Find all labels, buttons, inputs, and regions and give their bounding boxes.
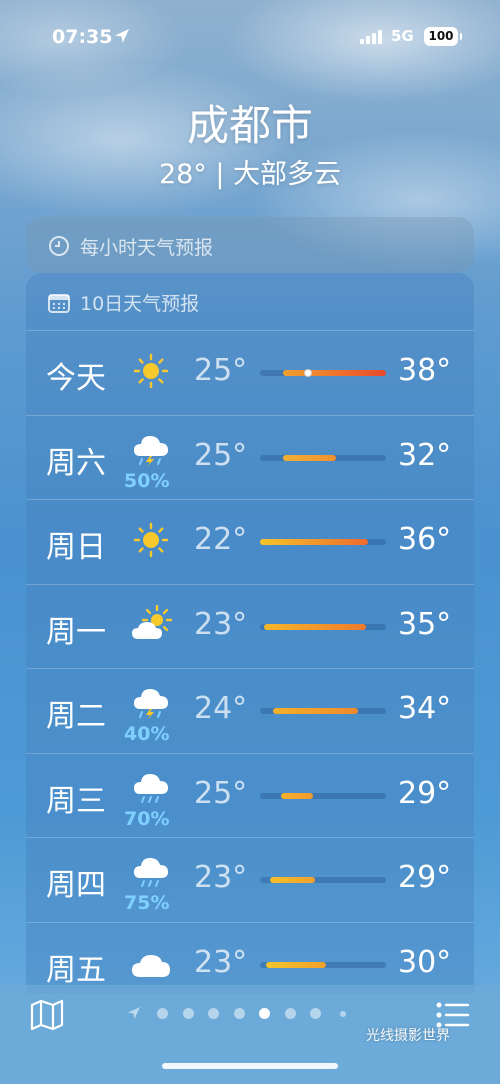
high-temp: 38° xyxy=(398,353,452,388)
rain-cloud-icon xyxy=(134,773,168,803)
temp-range-bar xyxy=(282,370,386,376)
high-temp: 29° xyxy=(398,775,452,811)
temp-range-track xyxy=(260,369,386,377)
temp-range-track xyxy=(260,623,386,630)
status-time: 07:35 xyxy=(52,26,113,48)
map-icon[interactable] xyxy=(30,999,64,1031)
temp-range-bar xyxy=(282,454,336,461)
forecast-row[interactable]: 周二 40% 24° 34° xyxy=(26,668,474,752)
network-type: 5G xyxy=(391,27,414,45)
precip-chance: 50% xyxy=(124,469,170,492)
temp-range-bar xyxy=(266,961,326,968)
forecast-day: 周四 xyxy=(46,868,106,903)
page-dot[interactable] xyxy=(233,1008,245,1019)
page-dot[interactable] xyxy=(182,1008,194,1019)
high-temp: 29° xyxy=(398,860,452,895)
forecast-day: 今天 xyxy=(46,361,106,396)
high-temp: 35° xyxy=(398,606,452,642)
forecast-row[interactable]: 周日 22° 36° xyxy=(26,499,474,583)
ten-day-forecast-card: 10日天气预报 今天 25° 38° 周六 50% 25° 32° 周日 22° 36° 周一 23°… xyxy=(26,273,474,993)
temp-range-bar xyxy=(272,708,359,714)
page-dot[interactable] xyxy=(208,1008,219,1019)
temp-range-bar xyxy=(270,877,316,883)
low-temp: 23° xyxy=(194,860,248,895)
forecast-day: 周三 xyxy=(46,783,106,819)
low-temp: 24° xyxy=(194,691,248,726)
location-arrow-icon xyxy=(115,29,129,43)
forecast-row[interactable]: 周一 23° 35° xyxy=(26,583,474,668)
rain-cloud-icon xyxy=(134,858,168,887)
temp-range-track xyxy=(260,792,386,799)
precip-chance: 40% xyxy=(124,723,170,745)
temp-range-track xyxy=(260,877,386,883)
precip-chance: 75% xyxy=(124,892,170,914)
forecast-row[interactable]: 今天 25° 38° xyxy=(26,330,474,414)
current-temp-marker xyxy=(303,369,312,377)
high-temp: 34° xyxy=(398,691,452,726)
low-temp: 23° xyxy=(194,606,248,642)
sun-icon xyxy=(133,353,169,389)
low-temp: 25° xyxy=(194,775,248,811)
low-temp: 25° xyxy=(194,353,248,388)
cloud-icon xyxy=(132,954,170,977)
current-summary: 28° | 大部多云 xyxy=(158,159,342,190)
status-bar: 07:35 5G 100 xyxy=(0,24,500,52)
hourly-forecast-card[interactable]: 每小时天气预报 xyxy=(26,217,474,273)
battery-icon: 100 xyxy=(424,27,462,46)
signal-bars-icon xyxy=(360,30,382,44)
high-temp: 36° xyxy=(398,522,452,557)
thunderstorm-icon xyxy=(134,435,168,466)
current-location-page-icon[interactable] xyxy=(126,1005,142,1021)
temp-range-track xyxy=(260,454,386,461)
forecast-row[interactable]: 周三 70% 25° 29° xyxy=(26,752,474,837)
forecast-day: 周六 xyxy=(46,445,106,481)
ten-day-forecast-header: 10日天气预报 xyxy=(80,293,200,315)
forecast-day: 周日 xyxy=(46,530,106,565)
clock-icon xyxy=(49,236,69,256)
temp-range-track xyxy=(260,539,386,545)
temp-range-track xyxy=(260,708,386,714)
temp-range-track xyxy=(260,961,386,968)
forecast-day: 周一 xyxy=(46,614,106,650)
low-temp: 22° xyxy=(194,522,248,557)
forecast-row[interactable]: 周六 50% 25° 32° xyxy=(26,414,474,499)
temp-range-bar xyxy=(263,623,366,630)
precip-chance: 70% xyxy=(124,807,170,830)
partly-sunny-icon xyxy=(132,604,172,639)
page-dot[interactable] xyxy=(259,1008,270,1019)
page-dot[interactable] xyxy=(157,1008,168,1019)
hourly-forecast-label: 每小时天气预报 xyxy=(80,237,214,259)
home-indicator[interactable] xyxy=(162,1063,338,1069)
page-dot[interactable] xyxy=(310,1008,321,1019)
forecast-day: 周二 xyxy=(46,699,106,734)
temp-range-bar xyxy=(260,539,369,545)
page-dot[interactable] xyxy=(339,1011,346,1017)
temp-range-bar xyxy=(281,792,313,799)
city-name: 成都市 xyxy=(186,101,313,150)
high-temp: 30° xyxy=(398,944,452,980)
forecast-row[interactable]: 周五 23° 30° xyxy=(26,921,474,994)
thunderstorm-icon xyxy=(134,689,168,719)
forecast-day: 周五 xyxy=(46,952,106,988)
calendar-icon xyxy=(48,294,70,313)
watermark-text: 光线摄影世界 xyxy=(366,1028,450,1044)
high-temp: 32° xyxy=(398,437,452,473)
forecast-row[interactable]: 周四 75% 23° 29° xyxy=(26,837,474,921)
low-temp: 25° xyxy=(194,437,248,473)
sun-icon xyxy=(133,522,169,558)
page-dot[interactable] xyxy=(284,1008,296,1019)
low-temp: 23° xyxy=(194,944,248,980)
